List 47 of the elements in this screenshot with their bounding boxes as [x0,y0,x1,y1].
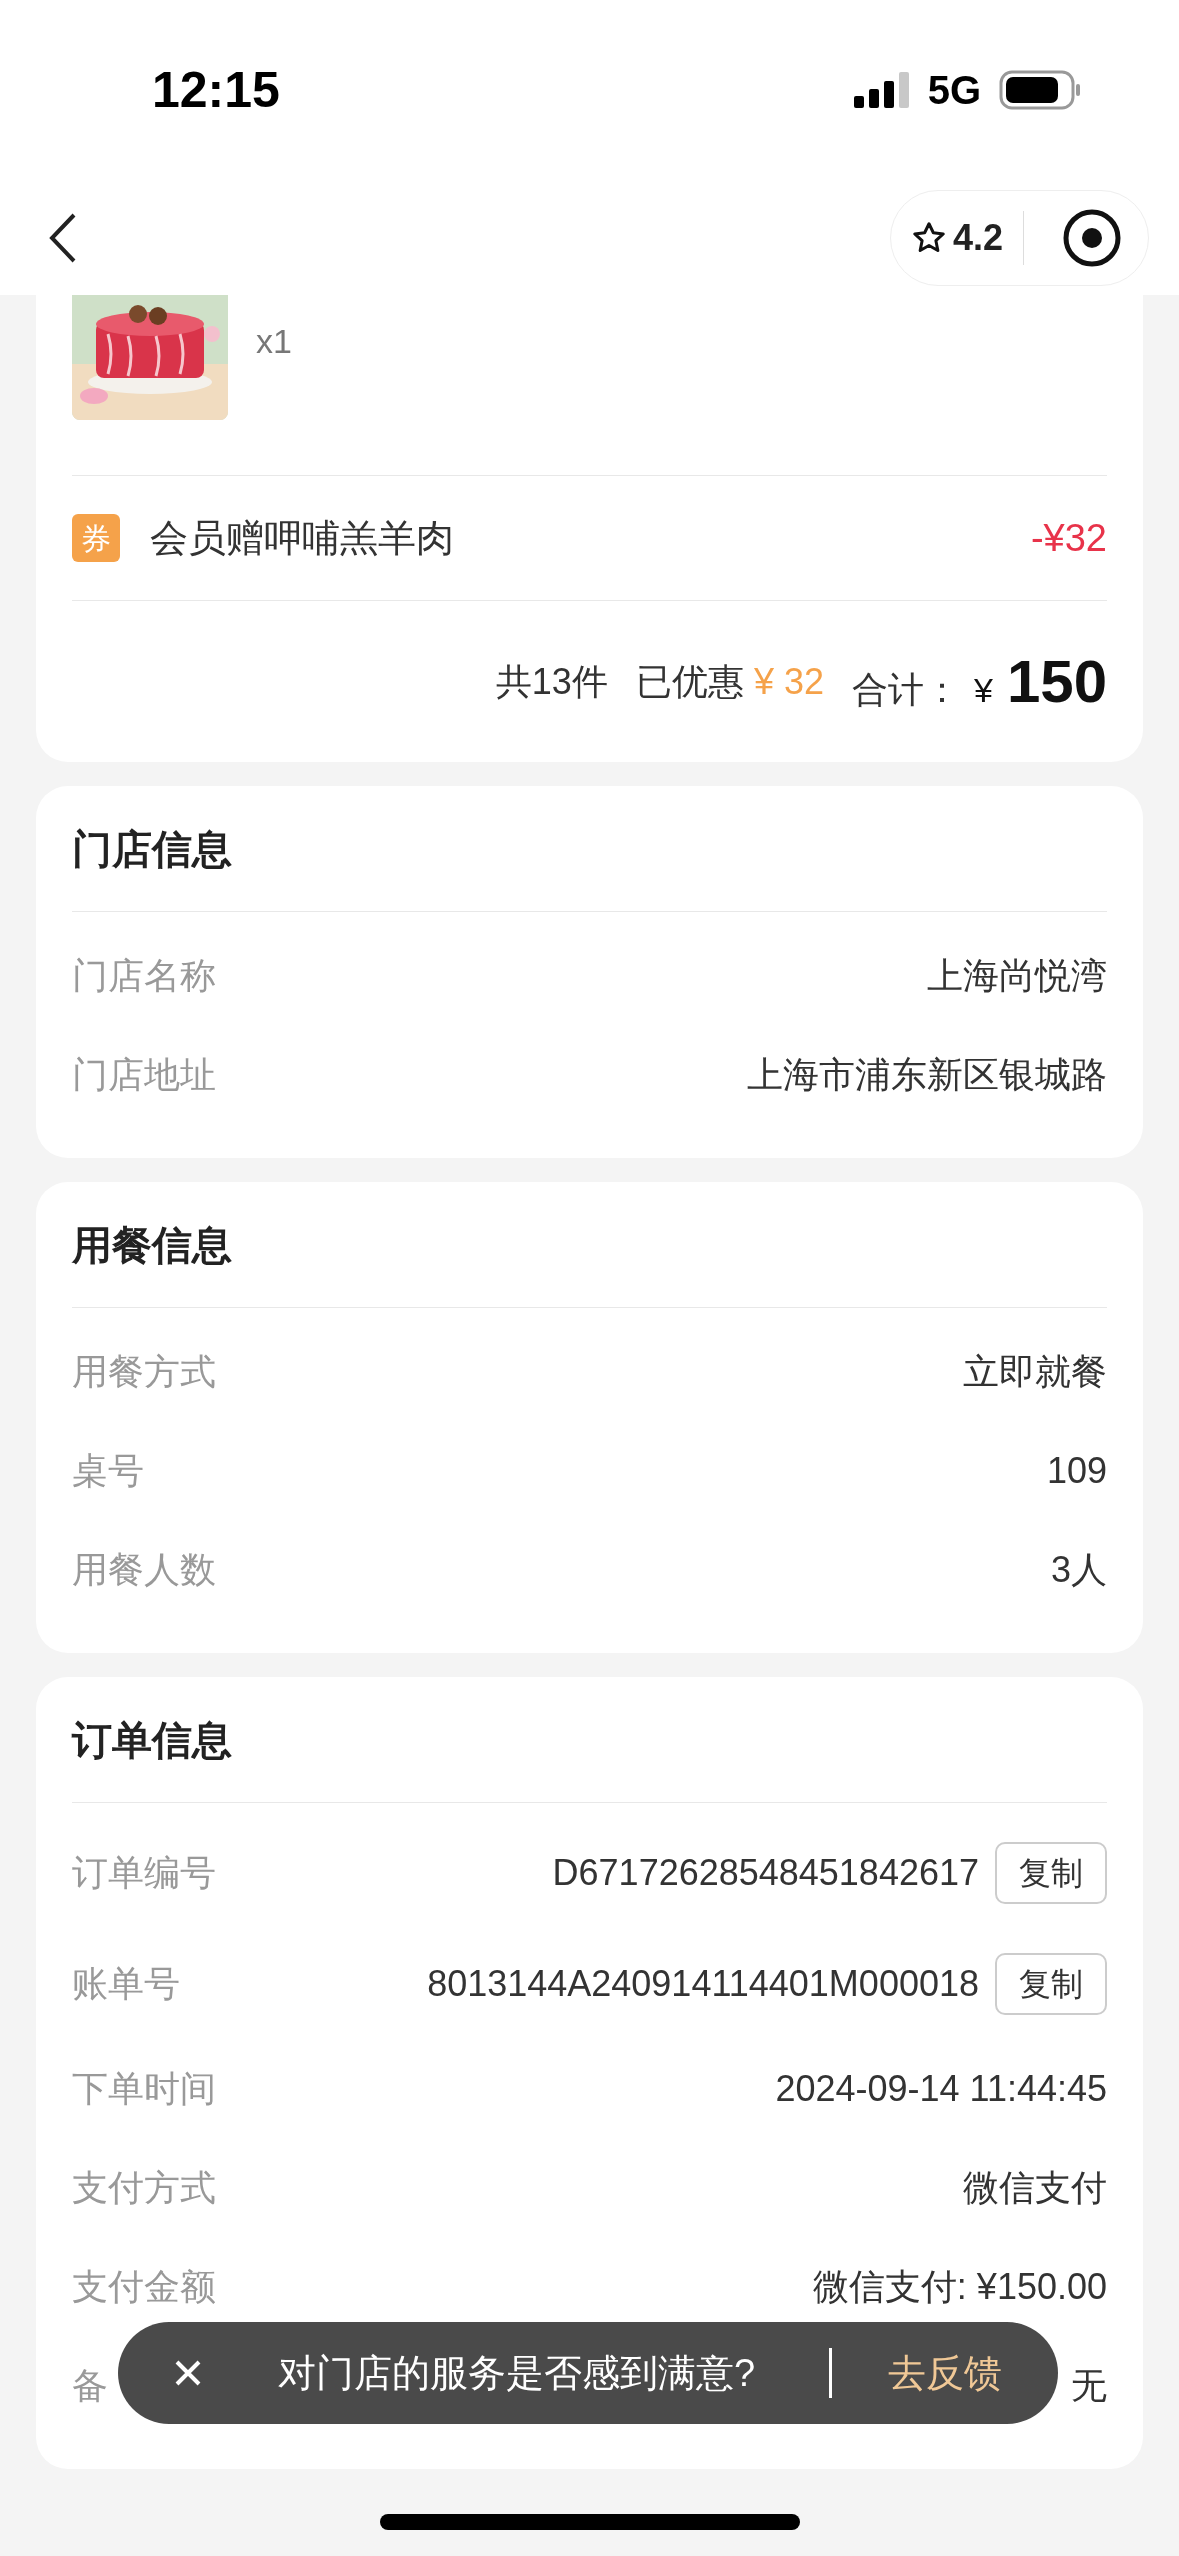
close-icon[interactable] [174,2359,202,2387]
field-label: 订单编号 [72,1850,216,1895]
product-quantity: x1 [256,321,293,362]
coupon-amount: -¥32 [1030,515,1107,561]
field-value: 微信支付: ¥150.00 [812,2264,1107,2309]
total-amount: 150 [1006,646,1107,717]
field-label: 用餐人数 [72,1547,216,1592]
copy-button[interactable]: 复制 [995,1841,1107,1904]
item-count: 共13件 [495,659,608,704]
section-title: 订单信息 [72,1716,232,1764]
field-label: 下单时间 [72,2066,216,2111]
back-icon[interactable] [48,211,78,264]
field-value: 上海市浦东新区银城路 [747,1052,1107,1097]
field-value: 2024-09-14 11:44:45 [775,2066,1107,2111]
currency-symbol: ¥ [973,669,993,711]
target-icon[interactable] [1062,207,1122,268]
network-label: 5G [927,67,981,114]
battery-icon [999,70,1081,110]
discount-label: 已优惠 [635,659,744,704]
field-value: 微信支付 [963,2165,1107,2210]
field-value: D67172628548451842617 [552,1850,979,1895]
signal-icon [853,72,910,108]
field-label: 备 [72,2363,108,2408]
status-time: 12:15 [152,60,280,120]
field-value: 109 [1046,1448,1107,1493]
section-title: 用餐信息 [72,1221,232,1269]
field-label: 支付方式 [72,2165,216,2210]
coupon-badge: 券 [72,514,120,562]
copy-button[interactable]: 复制 [995,1952,1107,2015]
total-label: 合计： [851,667,960,712]
coupon-name: 会员赠呷哺羔羊肉 [150,515,455,561]
field-label: 门店名称 [72,953,216,998]
field-label: 账单号 [72,1961,180,2006]
field-value: 无 [1071,2363,1107,2408]
field-value: 3人 [1050,1547,1107,1592]
toast-message: 对门店的服务是否感到满意? [278,2350,757,2396]
rating-button[interactable]: 4.2 [910,210,1024,265]
field-value: 立即就餐 [963,1349,1107,1394]
field-label: 门店地址 [72,1052,216,1097]
field-label: 桌号 [72,1448,144,1493]
field-label: 用餐方式 [72,1349,216,1394]
discount-amount: ¥ 32 [753,659,824,704]
field-value: 8013144A240914114401M000018 [427,1961,979,2006]
field-value: 上海尚悦湾 [927,953,1107,998]
field-label: 支付金额 [72,2264,216,2309]
section-title: 门店信息 [72,825,232,873]
feedback-link[interactable]: 去反馈 [888,2344,1002,2402]
